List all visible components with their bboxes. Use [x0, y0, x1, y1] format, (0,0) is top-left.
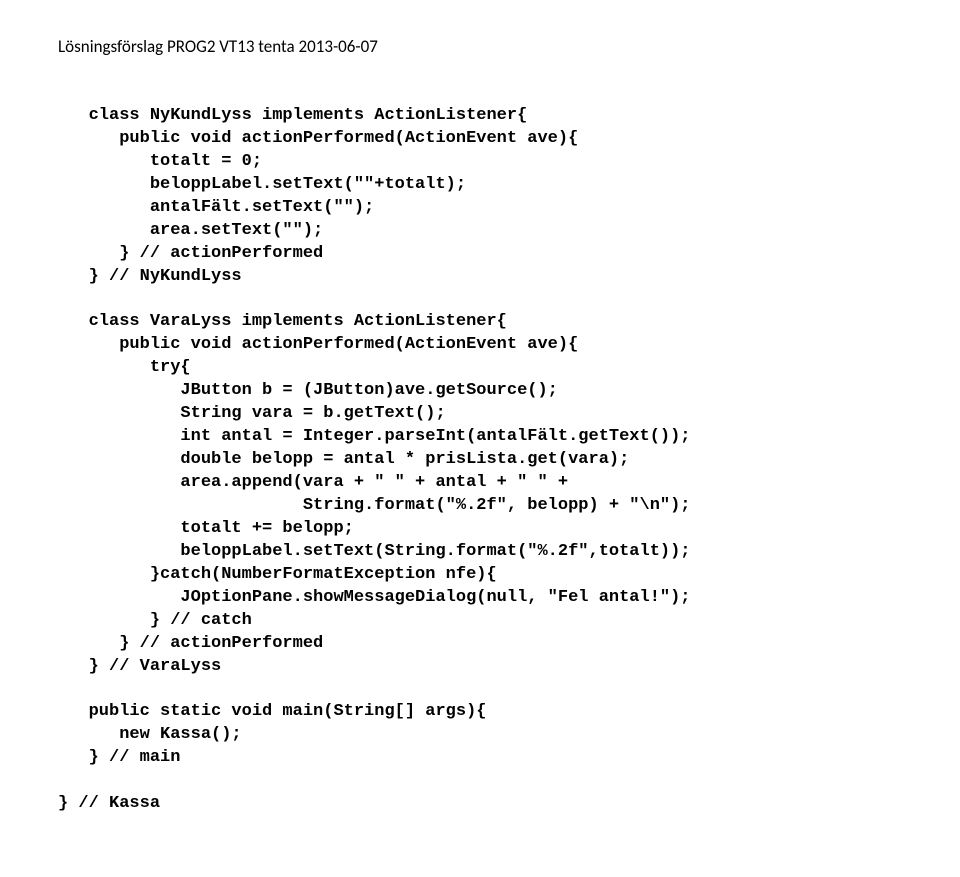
code-block: class NyKundLyss implements ActionListen…: [58, 105, 902, 816]
header-title: Lösningsförslag PROG2 VT13 tenta 2013-06…: [58, 36, 378, 57]
page-header: Lösningsförslag PROG2 VT13 tenta 2013-06…: [58, 36, 902, 57]
